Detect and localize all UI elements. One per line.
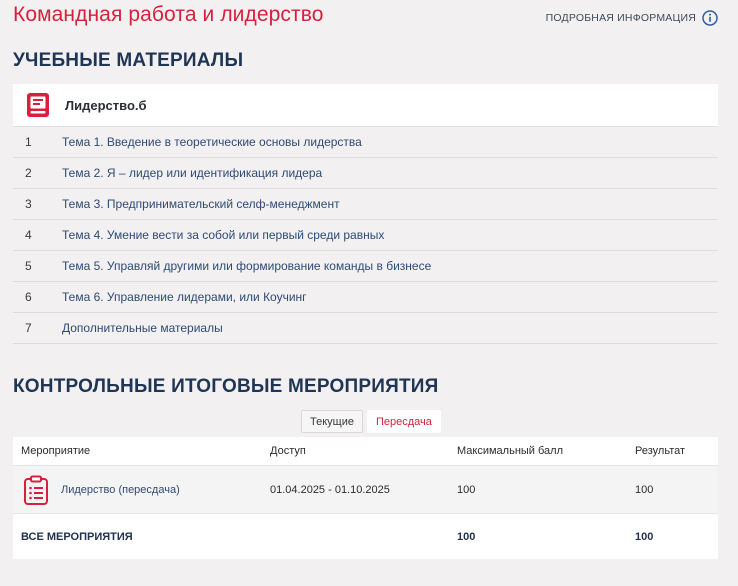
clipboard-icon	[24, 475, 48, 505]
column-header-event: Мероприятие	[21, 445, 91, 457]
topic-number: 7	[25, 321, 32, 335]
more-info-link[interactable]: ПОДРОБНАЯ ИНФОРМАЦИЯ	[546, 10, 718, 26]
topic-number: 2	[25, 166, 32, 180]
total-max-score: 100	[457, 530, 476, 543]
table-total-row: ВСЕ МЕРОПРИЯТИЯ 100 100	[13, 514, 718, 559]
info-circle-icon	[702, 10, 718, 26]
more-info-label: ПОДРОБНАЯ ИНФОРМАЦИЯ	[545, 12, 696, 24]
event-max-score: 100	[457, 483, 476, 496]
table-row: Лидерство (пересдача) 01.04.2025 - 01.10…	[13, 466, 718, 514]
event-cell: Лидерство (пересдача)	[13, 475, 270, 505]
events-table: Мероприятие Доступ Максимальный балл Рез…	[13, 437, 718, 559]
column-header-result: Результат	[635, 445, 686, 457]
tab-current[interactable]: Текущие	[301, 410, 363, 433]
course-header[interactable]: Лидерство.б	[13, 84, 718, 127]
materials-list: Лидерство.б 1 Тема 1. Введение в теорети…	[13, 84, 718, 344]
page-title: Командная работа и лидерство	[13, 3, 324, 26]
event-result: 100	[635, 483, 654, 496]
events-tabs: Текущие Пересдача	[301, 410, 441, 433]
topic-link[interactable]: Тема 2. Я – лидер или идентификация лиде…	[62, 166, 322, 180]
topic-number: 6	[25, 290, 32, 304]
topic-link[interactable]: Тема 3. Предпринимательский селф-менеджм…	[62, 197, 340, 211]
topic-link[interactable]: Тема 5. Управляй другими или формировани…	[62, 259, 431, 273]
topic-number: 1	[25, 135, 32, 149]
events-section-title: КОНТРОЛЬНЫЕ ИТОГОВЫЕ МЕРОПРИЯТИЯ	[13, 376, 439, 397]
topic-row[interactable]: 6 Тема 6. Управление лидерами, или Коучи…	[13, 282, 718, 313]
column-header-max-score: Максимальный балл	[457, 445, 563, 457]
topic-row[interactable]: 1 Тема 1. Введение в теоретические основ…	[13, 127, 718, 158]
topic-number: 5	[25, 259, 32, 273]
column-header-access: Доступ	[270, 445, 306, 457]
topic-row[interactable]: 7 Дополнительные материалы	[13, 313, 718, 344]
table-header: Мероприятие Доступ Максимальный балл Рез…	[13, 437, 718, 466]
topic-row[interactable]: 3 Тема 3. Предпринимательский селф-менед…	[13, 189, 718, 220]
topic-row[interactable]: 5 Тема 5. Управляй другими или формирова…	[13, 251, 718, 282]
topic-link[interactable]: Тема 1. Введение в теоретические основы …	[62, 135, 362, 149]
topic-row[interactable]: 2 Тема 2. Я – лидер или идентификация ли…	[13, 158, 718, 189]
topic-row[interactable]: 4 Тема 4. Умение вести за собой или перв…	[13, 220, 718, 251]
book-icon	[27, 93, 49, 117]
materials-section-title: УЧЕБНЫЕ МАТЕРИАЛЫ	[13, 50, 244, 71]
event-link[interactable]: Лидерство (пересдача)	[61, 484, 180, 496]
topic-number: 3	[25, 197, 32, 211]
topic-number: 4	[25, 228, 32, 242]
course-name: Лидерство.б	[65, 97, 147, 113]
total-result: 100	[635, 530, 654, 543]
topic-link[interactable]: Тема 4. Умение вести за собой или первый…	[62, 228, 384, 242]
event-access: 01.04.2025 - 01.10.2025	[270, 483, 390, 496]
topic-link[interactable]: Тема 6. Управление лидерами, или Коучинг	[62, 290, 307, 304]
topic-link[interactable]: Дополнительные материалы	[62, 321, 223, 335]
tab-retake[interactable]: Пересдача	[366, 410, 441, 433]
total-label: ВСЕ МЕРОПРИЯТИЯ	[21, 530, 133, 543]
